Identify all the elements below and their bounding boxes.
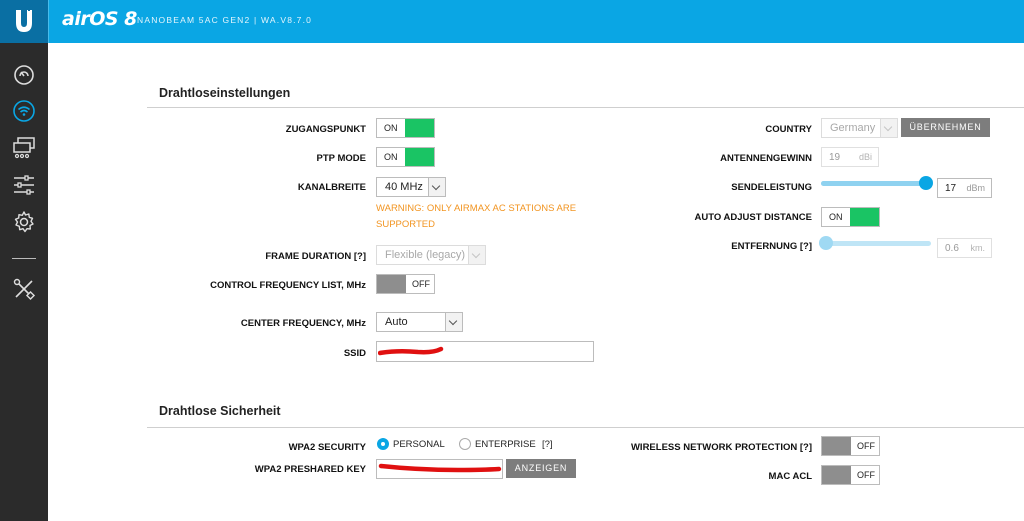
chevron-down-icon (880, 119, 897, 137)
tools-icon[interactable] (12, 277, 36, 301)
sidebar-separator (12, 258, 36, 259)
frame-duration-label: FRAME DURATION [?] (265, 251, 366, 262)
personal-radio-label[interactable]: PERSONAL (393, 439, 445, 450)
toggle-knob (377, 275, 406, 293)
access-point-toggle[interactable]: ON (376, 118, 435, 138)
select-value: 40 MHz (385, 181, 423, 193)
input-value: 19 (829, 152, 841, 163)
toggle-knob (405, 148, 434, 166)
auto-adjust-toggle[interactable]: ON (821, 207, 880, 227)
distance-input[interactable]: 0.6 km. (937, 238, 992, 258)
ptp-mode-toggle[interactable]: ON (376, 147, 435, 167)
settings-gear-icon[interactable] (12, 210, 36, 234)
section-title-wireless: Drahtloseinstellungen (159, 86, 291, 100)
channel-width-select[interactable]: 40 MHz (376, 177, 446, 197)
select-value: Auto (385, 316, 408, 328)
chevron-down-icon (445, 313, 462, 331)
select-value: Flexible (legacy) (385, 249, 466, 261)
access-point-label: ZUGANGSPUNKT (285, 124, 366, 135)
channel-width-warning: WARNING: ONLY AIRMAX AC STATIONS ARE SUP… (376, 203, 577, 230)
mac-acl-toggle[interactable]: OFF (821, 465, 880, 485)
dashboard-icon[interactable] (12, 63, 36, 87)
chevron-down-icon (428, 178, 445, 196)
toggle-state: OFF (857, 470, 875, 480)
tx-power-slider-handle[interactable] (919, 176, 933, 190)
chevron-down-icon (468, 246, 485, 264)
select-value: Germany (830, 122, 876, 134)
redaction-mark (378, 463, 502, 473)
input-unit: dBi (858, 152, 872, 162)
network-icon[interactable] (12, 136, 36, 160)
tx-power-slider[interactable] (821, 181, 926, 186)
show-key-button[interactable]: ANZEIGEN (506, 459, 576, 478)
toggle-knob (405, 119, 434, 137)
psk-label: WPA2 PRESHARED KEY (254, 464, 366, 475)
top-bar: airOS 8 NANOBEAM 5AC GEN2 | WA.V8.7.0 (0, 0, 1024, 43)
ubiquiti-u-icon (16, 9, 32, 32)
wireless-icon[interactable] (12, 99, 36, 123)
toggle-state: ON (384, 123, 398, 133)
auto-adjust-label: AUTO ADJUST DISTANCE (694, 212, 812, 223)
toggle-knob (822, 437, 851, 455)
input-value: 0.6 (945, 243, 959, 254)
wpa2-security-label: WPA2 SECURITY (288, 442, 366, 453)
header-divider (48, 0, 49, 43)
brand-title: airOS 8 (62, 8, 137, 30)
input-unit: km. (970, 243, 986, 253)
distance-label: ENTFERNUNG [?] (731, 241, 812, 252)
toggle-knob (850, 208, 879, 226)
control-freq-toggle[interactable]: OFF (376, 274, 435, 294)
mac-acl-label: MAC ACL (768, 471, 812, 482)
label-text: WIRELESS NETWORK PROTECTION (630, 442, 798, 453)
logo[interactable] (0, 0, 48, 43)
country-label: COUNTRY (765, 124, 812, 135)
wnp-toggle[interactable]: OFF (821, 436, 880, 456)
device-info: NANOBEAM 5AC GEN2 | WA.V8.7.0 (137, 15, 313, 25)
enterprise-radio[interactable] (459, 438, 471, 450)
section-divider (147, 427, 1024, 428)
center-freq-select[interactable]: Auto (376, 312, 463, 332)
toggle-state: ON (384, 152, 398, 162)
apply-country-button[interactable]: ÜBERNEHMEN (901, 118, 990, 137)
slider-fill (821, 181, 926, 186)
toggle-state: ON (829, 212, 843, 222)
toggle-state: OFF (857, 441, 875, 451)
services-icon[interactable] (12, 173, 36, 197)
help-link[interactable]: [?] (542, 439, 553, 450)
wnp-label: WIRELESS NETWORK PROTECTION [?] (631, 442, 812, 453)
label-text: ENTFERNUNG (731, 241, 798, 252)
label-text: FRAME DURATION (265, 251, 352, 262)
section-divider (147, 107, 1024, 108)
toggle-knob (822, 466, 851, 484)
sidebar (0, 43, 48, 521)
distance-slider[interactable] (826, 241, 931, 246)
country-select[interactable]: Germany (821, 118, 898, 138)
distance-slider-handle[interactable] (819, 236, 833, 250)
channel-width-label: KANALBREITE (297, 182, 366, 193)
help-link[interactable]: [?] (800, 442, 812, 453)
tx-power-input[interactable]: 17 dBm (937, 178, 992, 198)
frame-duration-select[interactable]: Flexible (legacy) (376, 245, 486, 265)
ssid-label: SSID (343, 348, 366, 359)
redaction-mark (378, 346, 444, 356)
center-freq-label: CENTER FREQUENCY, MHz (240, 318, 366, 329)
ptp-mode-label: PTP MODE (316, 153, 366, 164)
control-freq-label: CONTROL FREQUENCY LIST, MHz (210, 280, 366, 291)
tx-power-label: SENDELEISTUNG (731, 182, 812, 193)
help-link[interactable]: [?] (354, 251, 366, 262)
input-unit: dBm (966, 183, 985, 193)
enterprise-radio-label[interactable]: ENTERPRISE (475, 439, 536, 450)
toggle-state: OFF (412, 279, 430, 289)
personal-radio[interactable] (377, 438, 389, 450)
input-value: 17 (945, 183, 957, 194)
antenna-gain-input[interactable]: 19 dBi (821, 147, 879, 167)
help-link[interactable]: [?] (800, 241, 812, 252)
section-title-security: Drahtlose Sicherheit (159, 404, 281, 418)
antenna-gain-label: ANTENNENGEWINN (720, 153, 812, 164)
